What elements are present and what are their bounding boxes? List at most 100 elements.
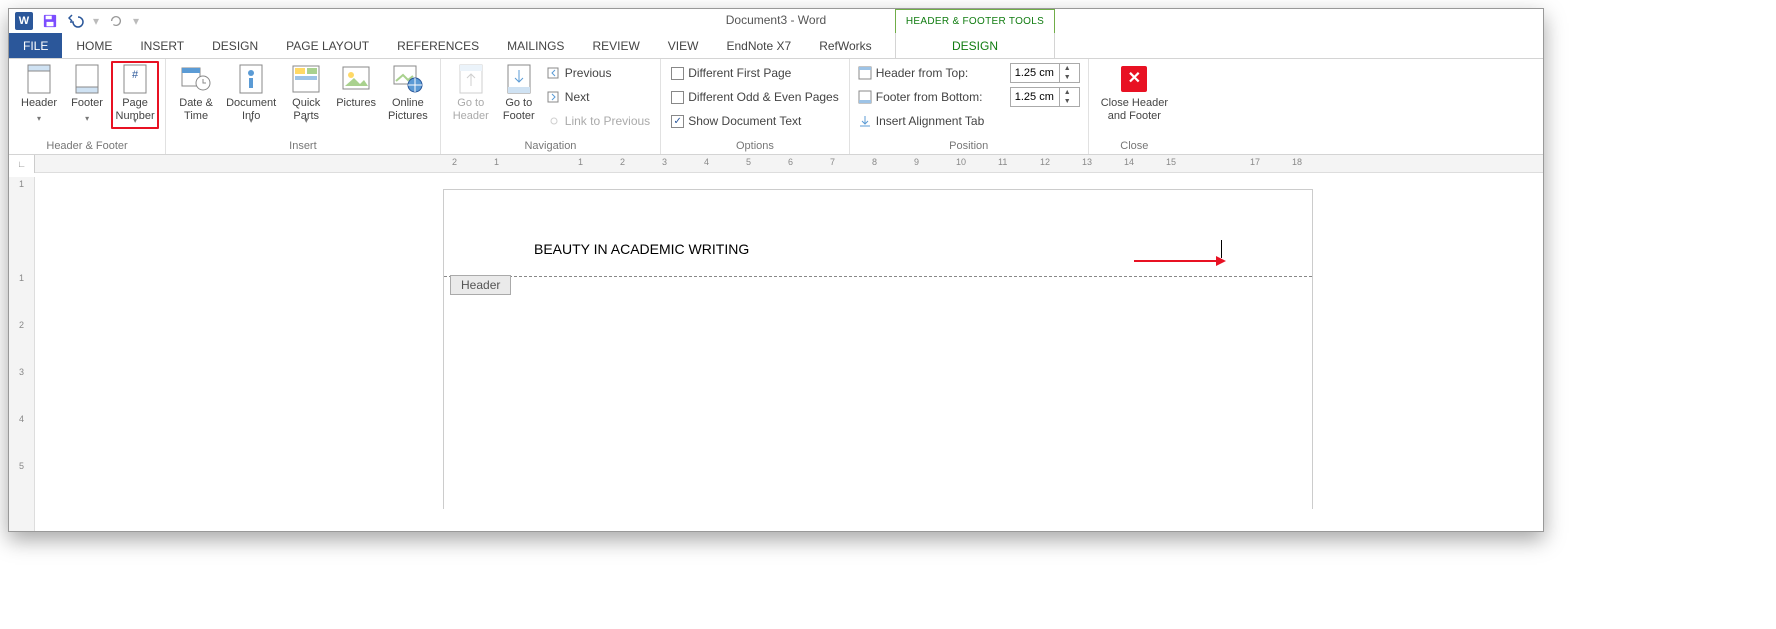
group-position: Header from Top: ▲▼ Footer from Bottom: … <box>850 59 1089 154</box>
quick-access-toolbar: W ▾ ▾ <box>9 12 139 30</box>
link-to-previous-button: Link to Previous <box>547 111 650 131</box>
dropdown-icon <box>85 112 89 125</box>
document-title: Document3 - Word <box>9 13 1543 27</box>
tab-refworks[interactable]: RefWorks <box>805 33 885 58</box>
ruler-tick: 10 <box>956 157 966 167</box>
ruler-tick: 11 <box>998 157 1007 167</box>
header-button[interactable]: Header <box>15 61 63 126</box>
checkbox-icon <box>671 91 684 104</box>
tab-view[interactable]: VIEW <box>654 33 713 58</box>
header-area[interactable]: BEAUTY IN ACADEMIC WRITING Header <box>444 190 1312 277</box>
footer-bottom-icon <box>858 90 872 104</box>
quick-parts-icon <box>290 63 322 95</box>
goto-header-icon <box>455 63 487 95</box>
header-from-top-input[interactable]: ▲▼ <box>1010 63 1080 83</box>
previous-button[interactable]: Previous <box>547 63 650 83</box>
insert-alignment-tab-button[interactable]: Insert Alignment Tab <box>858 111 1080 131</box>
ruler-tick: 1 <box>578 157 583 167</box>
dropdown-icon <box>37 112 41 125</box>
next-icon <box>547 90 561 104</box>
page-number-button[interactable]: # PageNumber <box>111 61 159 129</box>
pictures-button[interactable]: Pictures <box>330 61 382 112</box>
redo-button[interactable] <box>107 12 125 30</box>
pictures-icon <box>340 63 372 95</box>
spin-down-icon[interactable]: ▼ <box>1060 73 1075 82</box>
ruler-tick: 4 <box>19 414 24 450</box>
footer-button[interactable]: Footer <box>63 61 111 126</box>
ruler-tick: 5 <box>19 461 24 497</box>
tab-design[interactable]: DESIGN <box>198 33 272 58</box>
group-close: ✕ Close Headerand Footer Close <box>1089 59 1180 154</box>
close-header-footer-button[interactable]: ✕ Close Headerand Footer <box>1095 61 1174 124</box>
spin-up-icon[interactable]: ▲ <box>1060 88 1075 97</box>
horizontal-ruler[interactable]: ∟ 211234567891011121314151718 <box>9 155 1543 173</box>
save-button[interactable] <box>41 12 59 30</box>
ruler-corner: ∟ <box>9 155 35 173</box>
page-number-icon: # <box>119 63 151 95</box>
ruler-tick: 15 <box>1166 157 1176 167</box>
quick-parts-button[interactable]: QuickParts <box>282 61 330 129</box>
title-bar: W ▾ ▾ Document3 - Word HEADER & FOOTER T… <box>9 9 1543 33</box>
footer-icon <box>71 63 103 95</box>
spin-down-icon[interactable]: ▼ <box>1060 97 1075 106</box>
ruler-tick: 9 <box>914 157 919 167</box>
date-time-icon <box>180 63 212 95</box>
ruler-tick: 6 <box>788 157 793 167</box>
tab-insert[interactable]: INSERT <box>126 33 198 58</box>
header-top-icon <box>858 66 872 80</box>
link-icon <box>547 114 561 128</box>
ruler-tick: 3 <box>662 157 667 167</box>
next-button[interactable]: Next <box>547 87 650 107</box>
ruler-tick: 4 <box>704 157 709 167</box>
group-header-footer: Header Footer # PageNumber <box>9 59 166 154</box>
tab-review[interactable]: REVIEW <box>578 33 653 58</box>
header-from-top-label: Header from Top: <box>876 66 1006 80</box>
ribbon: Header Footer # PageNumber <box>9 59 1543 155</box>
undo-button[interactable] <box>67 12 85 30</box>
tab-hf-design[interactable]: DESIGN <box>895 33 1055 59</box>
spin-up-icon[interactable]: ▲ <box>1060 64 1075 73</box>
ruler-tick: 2 <box>19 320 24 356</box>
ruler-tick: 2 <box>452 157 457 167</box>
dropdown-icon <box>304 114 308 127</box>
header-tag-label: Header <box>450 275 511 295</box>
ruler-tick: 14 <box>1124 157 1134 167</box>
group-insert: Date &Time DocumentInfo QuickParts <box>166 59 441 154</box>
tab-page-layout[interactable]: PAGE LAYOUT <box>272 33 383 58</box>
different-odd-even-checkbox[interactable]: Different Odd & Even Pages <box>671 87 839 107</box>
qat-customize[interactable]: ▾ <box>133 14 139 28</box>
show-document-text-checkbox[interactable]: Show Document Text <box>671 111 839 131</box>
group-label: Header & Footer <box>15 140 159 154</box>
ruler-tick: 12 <box>1040 157 1050 167</box>
ruler-tick: 13 <box>1082 157 1092 167</box>
document-info-icon <box>235 63 267 95</box>
ruler-tick: 7 <box>830 157 835 167</box>
dropdown-icon <box>249 114 253 127</box>
tab-references[interactable]: REFERENCES <box>383 33 493 58</box>
header-content-text[interactable]: BEAUTY IN ACADEMIC WRITING <box>534 241 749 257</box>
date-time-button[interactable]: Date &Time <box>172 61 220 124</box>
ruler-tick: 2 <box>620 157 625 167</box>
goto-footer-button[interactable]: Go toFooter <box>495 61 543 124</box>
tab-home[interactable]: HOME <box>62 33 126 58</box>
different-first-page-checkbox[interactable]: Different First Page <box>671 63 839 83</box>
document-info-button[interactable]: DocumentInfo <box>220 61 282 129</box>
page-area[interactable]: BEAUTY IN ACADEMIC WRITING Header <box>35 177 1543 531</box>
vertical-ruler[interactable]: 112345 <box>9 177 35 531</box>
svg-text:#: # <box>132 69 139 81</box>
previous-icon <box>547 66 561 80</box>
nav-small-buttons: Previous Next Link to Previous <box>543 61 654 133</box>
tab-file[interactable]: FILE <box>9 33 62 58</box>
ruler-tick: 1 <box>19 179 24 215</box>
word-app-icon: W <box>15 12 33 30</box>
ruler-tick: 17 <box>1250 157 1260 167</box>
footer-from-bottom-input[interactable]: ▲▼ <box>1010 87 1080 107</box>
alignment-tab-icon <box>858 114 872 128</box>
group-label: Options <box>667 140 843 154</box>
online-pictures-button[interactable]: OnlinePictures <box>382 61 434 124</box>
footer-from-bottom-label: Footer from Bottom: <box>876 90 1006 104</box>
tab-endnote[interactable]: EndNote X7 <box>712 33 805 58</box>
tab-mailings[interactable]: MAILINGS <box>493 33 578 58</box>
group-label: Close <box>1095 140 1174 154</box>
ribbon-tabs: FILE HOME INSERT DESIGN PAGE LAYOUT REFE… <box>9 33 1543 59</box>
